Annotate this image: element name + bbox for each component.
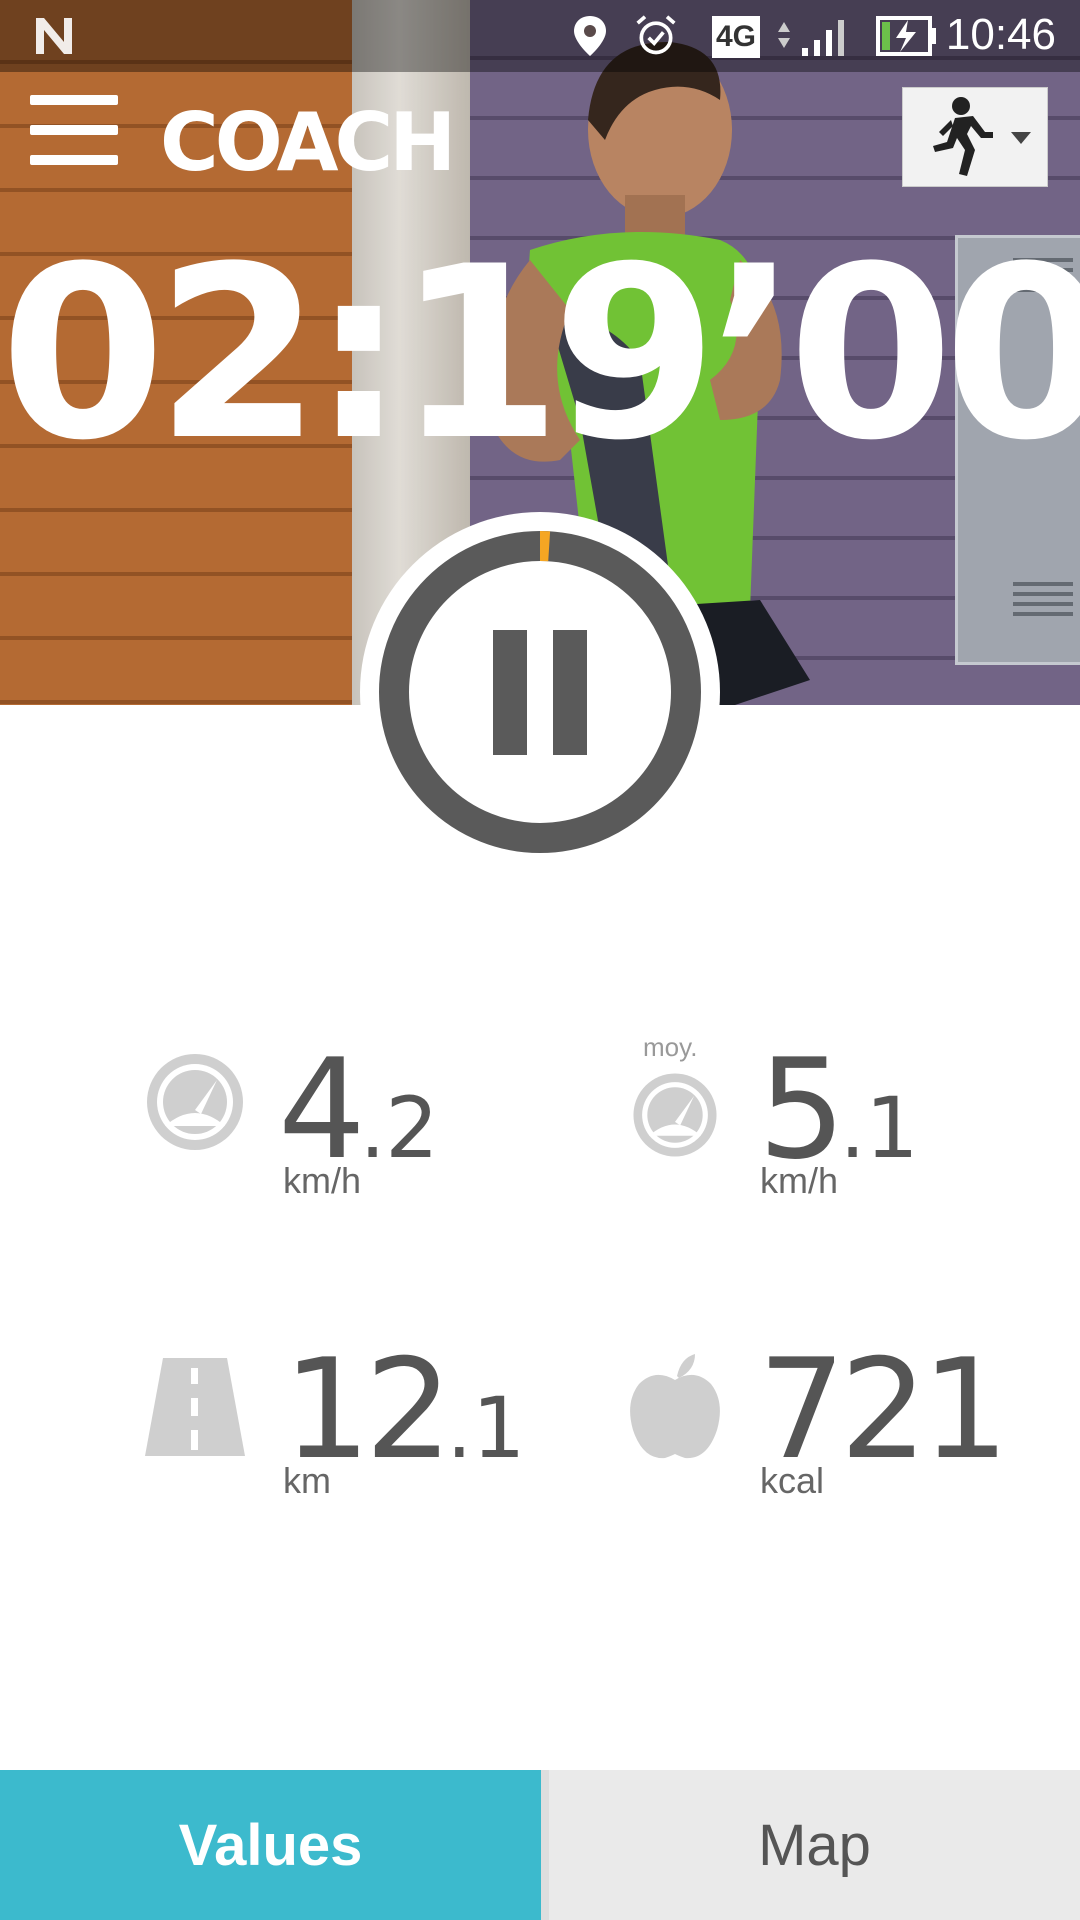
tab-map[interactable]: Map	[541, 1770, 1080, 1920]
tab-values[interactable]: Values	[0, 1770, 541, 1920]
speed-value-dec: 2	[385, 1079, 439, 1177]
speed-unit: km/h	[283, 1160, 362, 1201]
speed-value: 4.2	[278, 1029, 439, 1190]
progress-ring	[379, 531, 701, 853]
app-logo: COACH	[160, 96, 456, 189]
avg-speed-value-dec: 1	[865, 1079, 919, 1177]
bottom-tab-bar: Values Map	[0, 1770, 1080, 1920]
hamburger-menu-icon	[30, 155, 118, 165]
activity-type-selector[interactable]	[902, 87, 1048, 187]
network-label: 4G	[715, 20, 757, 53]
avg-label: moy.	[643, 1032, 698, 1062]
pause-icon	[493, 630, 587, 755]
distance-value-dec: 1	[472, 1379, 526, 1477]
alarm-icon	[636, 15, 676, 55]
distance-value: 12.1	[283, 1329, 526, 1490]
tab-map-label: Map	[758, 1812, 871, 1878]
pause-button[interactable]	[360, 512, 720, 872]
apple-icon	[630, 1354, 720, 1459]
distance-unit: km	[283, 1460, 331, 1501]
tab-values-label: Values	[178, 1812, 363, 1878]
signal-icon	[778, 20, 844, 56]
network-4g-icon: 4G	[712, 16, 760, 58]
battery-charging-icon	[876, 16, 936, 56]
hamburger-menu-icon	[30, 125, 118, 135]
n-logo-icon	[36, 18, 72, 54]
speed-stat: 4.2 km/h	[143, 1040, 463, 1210]
calories-unit: kcal	[760, 1460, 825, 1501]
distance-stat: 12.1 km	[143, 1329, 526, 1510]
avg-speed-value: 5.1	[758, 1029, 919, 1190]
running-person-icon	[933, 97, 1031, 176]
hamburger-menu-icon	[30, 95, 118, 105]
avg-speed-stat: moy. 5.1 km/h	[628, 1029, 948, 1210]
menu-button[interactable]	[30, 95, 118, 180]
location-pin-icon	[574, 16, 606, 56]
calories-stat: 721 kcal	[625, 1340, 1009, 1510]
road-icon	[145, 1358, 245, 1456]
status-time: 10:46	[945, 10, 1056, 59]
avg-speed-unit: km/h	[760, 1160, 839, 1201]
elapsed-timer: 02:19’00	[0, 216, 1080, 493]
speedometer-icon	[633, 1073, 717, 1157]
status-bar: 4G 10:46	[0, 0, 1080, 72]
speedometer-icon	[147, 1054, 243, 1150]
calories-value: 721	[758, 1340, 1009, 1480]
